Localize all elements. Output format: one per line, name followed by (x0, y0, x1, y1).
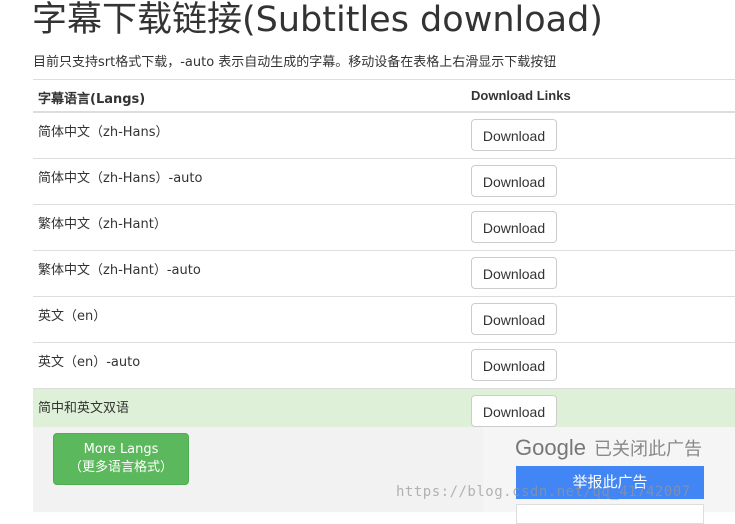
header-langs: 字幕语言(Langs) (38, 92, 146, 107)
download-button[interactable]: Download (471, 257, 557, 289)
row-lang: 英文（en） (38, 309, 107, 324)
download-button[interactable]: Download (471, 395, 557, 427)
watermark: https://blog.csdn.net/qq_41742007 (396, 484, 691, 500)
row-lang: 简中和英文双语 (38, 401, 130, 416)
header-download-links: Download Links (471, 88, 571, 103)
page-title: 字幕下载链接(Subtitles download) (32, 0, 603, 40)
ad-secondary-button[interactable] (516, 504, 704, 524)
more-langs-sublabel: （更多语言格式） (68, 460, 173, 475)
table-row: 英文（en）-auto Download (33, 343, 735, 389)
more-langs-label: More Langs (83, 442, 159, 457)
table-header: 字幕语言(Langs) Download Links (33, 80, 735, 113)
table-row: 英文（en） Download (33, 297, 735, 343)
download-button[interactable]: Download (471, 303, 557, 335)
row-lang: 繁体中文（zh-Hant） (38, 217, 167, 232)
row-lang: 英文（en）-auto (38, 355, 141, 370)
row-lang: 简体中文（zh-Hans） (38, 125, 169, 140)
table-row: 简体中文（zh-Hans）-auto Download (33, 159, 735, 205)
download-button[interactable]: Download (471, 165, 557, 197)
table-row: 繁体中文（zh-Hant） Download (33, 205, 735, 251)
download-button[interactable]: Download (471, 211, 557, 243)
ad-header: Google 已关闭此广告 (515, 435, 702, 461)
subtitles-table: 字幕语言(Langs) Download Links 简体中文（zh-Hans）… (33, 79, 735, 435)
ad-closed-text: 已关闭此广告 (593, 439, 702, 460)
table-row: 简体中文（zh-Hans） Download (33, 113, 735, 159)
row-lang: 繁体中文（zh-Hant）-auto (38, 263, 201, 278)
row-lang: 简体中文（zh-Hans）-auto (38, 171, 203, 186)
download-button[interactable]: Download (471, 119, 557, 151)
page-description: 目前只支持srt格式下载，-auto 表示自动生成的字幕。移动设备在表格上右滑显… (33, 55, 557, 70)
table-row: 繁体中文（zh-Hant）-auto Download (33, 251, 735, 297)
more-langs-button[interactable]: More Langs （更多语言格式） (53, 433, 189, 485)
download-button[interactable]: Download (471, 349, 557, 381)
google-logo: Google (515, 435, 586, 460)
